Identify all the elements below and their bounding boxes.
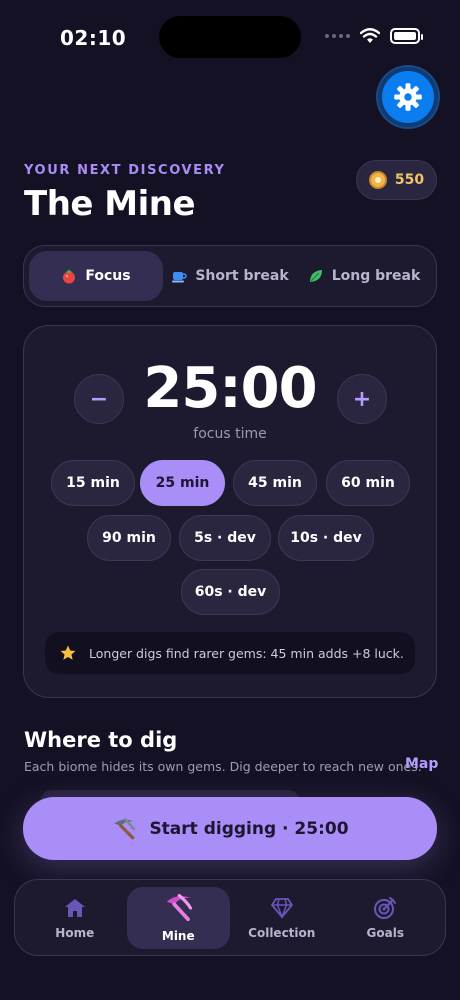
leaf-icon [309,270,322,282]
preset-60-min[interactable]: 60 min [326,460,410,506]
start-digging-label: Start digging · 25:00 [149,818,349,839]
tab-long-break-label: Long break [331,268,421,284]
coffee-cup-icon [172,272,188,283]
tomato-icon [63,269,76,284]
nav-tab-home[interactable]: Home [23,887,127,949]
nav-tab-goals-label: Goals [366,925,404,940]
tab-focus[interactable]: Focus [29,251,163,301]
preset-45-min[interactable]: 45 min [233,460,317,506]
eyebrow-label: YOUR NEXT DISCOVERY [24,163,226,178]
tab-short-break[interactable]: Short break [163,251,297,301]
preset-10s-dev[interactable]: 10s · dev [278,515,374,561]
page-title: The Mine [24,184,196,224]
nav-tab-collection-label: Collection [248,925,316,940]
nav-tab-goals[interactable]: Goals [334,887,438,949]
settings-button[interactable] [378,67,438,127]
signal-icon [325,34,350,38]
status-icons [325,28,423,44]
section-title-where-to-dig: Where to dig [24,728,178,752]
nav-tab-mine[interactable]: Mine [126,886,230,949]
star-icon [60,645,76,660]
house-icon [64,898,85,917]
preset-25-min[interactable]: 25 min [140,460,225,506]
target-icon [374,896,397,919]
nav-tab-mine-label: Mine [161,928,195,943]
gem-icon [270,897,293,919]
battery-icon [390,28,423,44]
start-digging-button[interactable]: Start digging · 25:00 [23,797,437,860]
pickaxe-icon [167,893,193,921]
nav-tab-collection[interactable]: Collection [230,887,334,949]
coin-icon [368,171,387,189]
preset-15-min[interactable]: 15 min [51,460,135,506]
nav-tab-home-label: Home [55,925,95,940]
section-subtitle: Each biome hides its own gems. Dig deepe… [24,759,422,774]
luck-tip: Longer digs find rarer gems: 45 min adds… [45,632,415,674]
mode-selector: Focus Short break Long break [23,245,437,307]
timer-label: focus time [193,426,267,442]
timer-card: − 25:00 + focus time 15 min 25 min 45 mi… [23,325,437,698]
gear-icon [394,83,422,111]
dynamic-island [159,16,301,58]
status-time: 02:10 [60,26,127,50]
tab-focus-label: Focus [85,268,131,284]
coin-balance-badge[interactable]: 550 [356,160,437,200]
coin-count: 550 [394,172,425,188]
preset-5s-dev[interactable]: 5s · dev [179,515,271,561]
bottom-tab-bar: Home Mine Collection Goals [14,879,446,956]
tab-short-break-label: Short break [195,268,289,284]
increase-time-button[interactable]: + [337,374,387,424]
preset-60s-dev[interactable]: 60s · dev [181,569,280,615]
tab-long-break[interactable]: Long break [297,251,431,301]
wifi-icon [360,28,380,43]
preset-90-min[interactable]: 90 min [87,515,171,561]
map-link[interactable]: Map [405,756,438,772]
tip-text: Longer digs find rarer gems: 45 min adds… [89,645,404,661]
pickaxe-icon [114,817,136,839]
